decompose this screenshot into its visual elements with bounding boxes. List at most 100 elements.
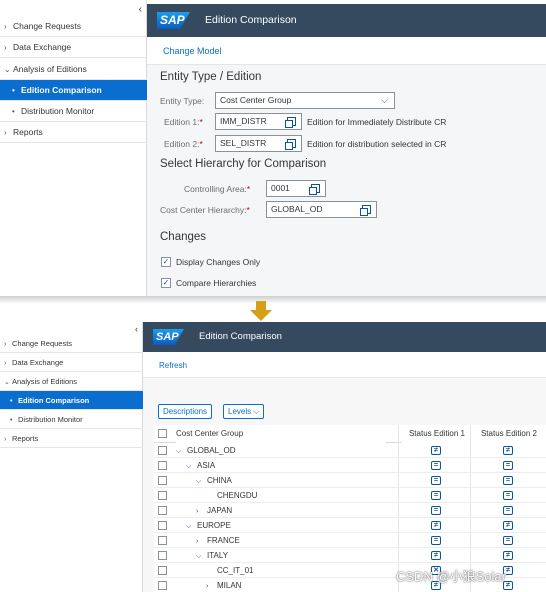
edition2-input[interactable]: SEL_DISTR <box>215 135 302 152</box>
compare-hierarchies-checkbox[interactable]: ✓ <box>161 278 171 288</box>
table-row[interactable]: ⌵ ASIA = = <box>154 458 546 473</box>
controlling-area-label: Controlling Area:* <box>184 184 251 194</box>
nav-item-edition-comparison[interactable]: • Edition Comparison <box>0 391 143 410</box>
levels-button[interactable]: Levels ⌵ <box>223 404 265 419</box>
nav-item-analysis-of-editions[interactable]: ⌄ Analysis of Editions <box>0 59 147 80</box>
nav-item-data-exchange[interactable]: › Data Exchange <box>0 37 147 58</box>
table-row[interactable]: › JAPAN = = <box>154 503 546 518</box>
table-row[interactable]: CHENGDU = = <box>154 488 546 503</box>
nav-item-change-requests[interactable]: › Change Requests <box>0 16 147 37</box>
row-checkbox[interactable] <box>158 506 167 515</box>
entity-type-select[interactable]: Cost Center Group ⌵ <box>215 92 395 109</box>
tree-node: ⌵ CHINA <box>196 473 232 489</box>
table-row[interactable]: ⌵ ITALY ≠ ≠ <box>154 548 546 563</box>
descriptions-button[interactable]: Descriptions <box>158 404 213 419</box>
nav-item-label: Edition Comparison <box>18 396 90 405</box>
compare-hierarchies-label: Compare Hierarchies <box>176 278 257 288</box>
comparison-result: Descriptions Levels ⌵ Cost Center Group … <box>143 378 546 592</box>
table-row[interactable]: ⌵ CHINA = = <box>154 473 546 488</box>
entity-type-value: Cost Center Group <box>220 95 292 105</box>
nav-item-distribution-monitor[interactable]: • Distribution Monitor <box>0 101 147 122</box>
column-header-status-edition-2[interactable]: Status Edition 2 <box>472 425 546 443</box>
chevron-down-icon: ⌄ <box>4 65 11 74</box>
status-icon: = <box>431 461 441 470</box>
tree-node: › MILAN <box>206 578 241 592</box>
refresh-link[interactable]: Refresh <box>159 361 187 370</box>
section-title-changes: Changes <box>160 231 207 243</box>
table-row[interactable]: › FRANCE = = <box>154 533 546 548</box>
expand-toggle-icon[interactable]: › <box>196 504 207 519</box>
row-checkbox[interactable] <box>158 476 167 485</box>
nav-item-label: Analysis of Editions <box>12 377 78 386</box>
chevron-down-icon: ⌄ <box>4 379 10 386</box>
nav-item-label: Data Exchange <box>13 42 72 52</box>
nav-item-distribution-monitor[interactable]: • Distribution Monitor <box>0 410 143 429</box>
chevron-right-icon: › <box>4 22 7 31</box>
column-header-status-edition-1[interactable]: Status Edition 1 <box>402 425 472 443</box>
status-icon: = <box>431 476 441 485</box>
chevron-down-icon: ⌵ <box>381 95 388 105</box>
toolbar: Change Model <box>147 37 546 65</box>
status-icon: ≠ <box>431 446 441 455</box>
chevron-right-icon: › <box>4 43 7 52</box>
expand-toggle-icon[interactable]: ⌵ <box>176 444 187 459</box>
nav-item-label: Reports <box>12 434 39 443</box>
nav-item-data-exchange[interactable]: › Data Exchange <box>0 353 143 372</box>
expand-toggle-icon[interactable]: ⌵ <box>186 459 197 474</box>
edition1-value: IMM_DISTR <box>220 116 267 126</box>
app-title: Edition Comparison <box>205 14 297 26</box>
table-row[interactable]: ⌵ GLOBAL_OD ≠ ≠ <box>154 443 546 458</box>
row-checkbox[interactable] <box>158 461 167 470</box>
expand-toggle-icon[interactable]: ⌵ <box>196 549 207 564</box>
value-help-icon[interactable] <box>285 117 296 128</box>
side-navigation: ‹ › Change Requests › Data Exchange ⌄ Analy… <box>0 0 147 296</box>
row-checkbox[interactable] <box>158 551 167 560</box>
row-checkbox[interactable] <box>158 581 167 590</box>
row-checkbox[interactable] <box>158 446 167 455</box>
display-changes-only-checkbox[interactable]: ✓ <box>161 257 171 267</box>
nav-item-label: Edition Comparison <box>21 85 102 95</box>
nav-item-reports[interactable]: › Reports <box>0 429 143 448</box>
collapse-nav-icon[interactable]: ‹ <box>139 4 142 15</box>
row-checkbox[interactable] <box>158 536 167 545</box>
change-model-link[interactable]: Change Model <box>163 46 222 56</box>
edition1-input[interactable]: IMM_DISTR <box>215 113 302 130</box>
arrow-down-icon <box>250 301 272 321</box>
tree-node: ⌵ ITALY <box>196 548 228 564</box>
nav-item-change-requests[interactable]: › Change Requests <box>0 334 143 353</box>
section-title-entity: Entity Type / Edition <box>160 71 262 83</box>
controlling-area-input[interactable]: 0001 <box>266 180 326 197</box>
nav-item-label: Analysis of Editions <box>13 64 87 74</box>
cc-hierarchy-input[interactable]: GLOBAL_OD <box>266 201 377 218</box>
row-checkbox[interactable] <box>158 491 167 500</box>
edition1-description: Edition for Immediately Distribute CR <box>307 117 447 127</box>
select-all-checkbox[interactable] <box>158 429 167 438</box>
table-row[interactable]: ⌵ EUROPE ≠ ≠ <box>154 518 546 533</box>
cc-hierarchy-value: GLOBAL_OD <box>271 204 323 214</box>
nav-item-analysis-of-editions[interactable]: ⌄ Analysis of Editions <box>0 372 143 391</box>
expand-toggle-icon[interactable]: ⌵ <box>186 519 197 534</box>
cc-hierarchy-label: Cost Center Hierarchy:* <box>160 205 250 215</box>
expand-toggle-icon[interactable]: › <box>196 534 207 549</box>
nav-item-reports[interactable]: › Reports <box>0 122 147 143</box>
value-help-icon[interactable] <box>285 139 296 150</box>
nav-item-label: Change Requests <box>12 339 73 348</box>
panel-after: ‹ › Change Requests › Data Exchange ⌄ Analy… <box>0 322 546 592</box>
status-icon: = <box>503 491 513 500</box>
expand-toggle-icon[interactable]: › <box>206 579 217 592</box>
tree-node: › JAPAN <box>196 503 232 519</box>
panel-before: ‹ › Change Requests › Data Exchange ⌄ Analy… <box>0 0 546 296</box>
collapse-nav-icon[interactable]: ‹ <box>135 324 138 334</box>
bullet-icon: • <box>10 417 13 424</box>
row-checkbox[interactable] <box>158 521 167 530</box>
value-help-icon[interactable] <box>309 184 320 195</box>
nav-item-edition-comparison[interactable]: • Edition Comparison <box>0 80 147 101</box>
expand-toggle-icon[interactable]: ⌵ <box>196 474 207 489</box>
bullet-icon: • <box>12 107 15 116</box>
row-checkbox[interactable] <box>158 566 167 575</box>
edition2-value: SEL_DISTR <box>220 138 267 148</box>
status-icon: = <box>503 536 513 545</box>
value-help-icon[interactable] <box>360 205 371 216</box>
column-header-cost-center-group[interactable]: Cost Center Group <box>176 425 386 443</box>
tree-node: ⌵ ASIA <box>186 458 215 474</box>
